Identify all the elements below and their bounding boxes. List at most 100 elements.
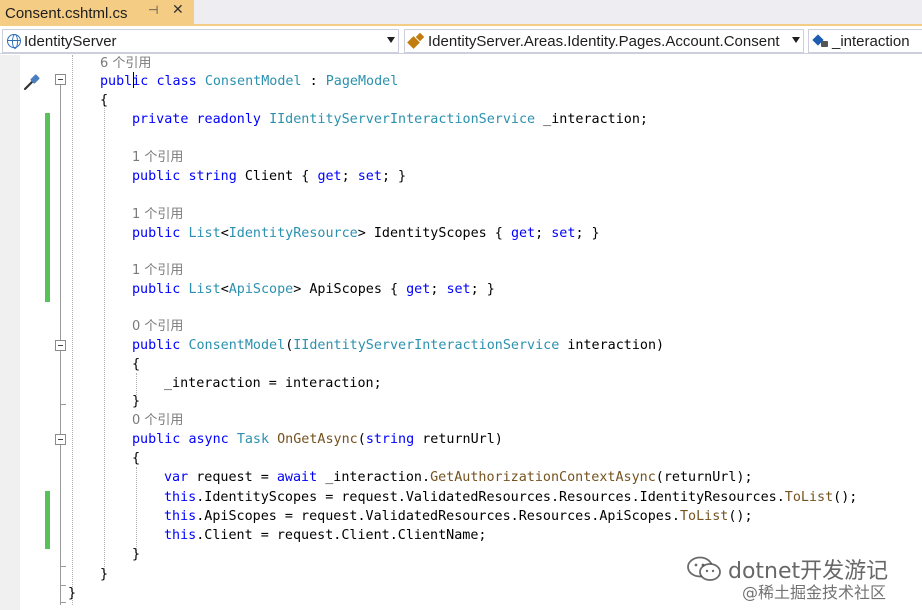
code-token: interaction — [284, 376, 374, 391]
code-token: var — [164, 470, 189, 485]
code-token: ToList — [784, 490, 834, 505]
codelens-references[interactable]: 0 个引用 — [132, 412, 183, 430]
code-token: ; — [373, 376, 382, 391]
chevron-down-icon — [792, 37, 800, 43]
code-token: private — [132, 112, 189, 127]
code-token: ConsentModel — [204, 74, 302, 89]
pin-icon[interactable]: ⊣ — [148, 3, 158, 17]
code-token: get — [406, 282, 431, 297]
codelens-references[interactable]: 1 个引用 — [132, 262, 183, 280]
collapse-icon[interactable] — [55, 434, 66, 445]
code-line: } — [68, 585, 76, 603]
private-field-icon — [813, 33, 829, 49]
code-token: ; — [535, 226, 552, 241]
code-token: IdentityResource — [228, 226, 358, 241]
tab-title: Consent.cshtml.cs — [5, 4, 128, 22]
close-icon[interactable]: ✕ — [172, 2, 184, 18]
code-token: get — [510, 226, 536, 241]
code-token: IIdentityServerInteractionService — [269, 112, 536, 127]
code-token: ; — [341, 169, 358, 184]
collapse-icon[interactable] — [55, 74, 66, 85]
code-token: public — [132, 432, 181, 447]
type-dropdown[interactable]: IdentityServer.Areas.Identity.Pages.Acco… — [404, 29, 804, 53]
code-line: public List<ApiScope> ApiScopes { get; s… — [132, 281, 495, 299]
fold-end-tick — [60, 585, 66, 586]
indent-guide — [72, 55, 73, 605]
code-line: this.IdentityScopes = request.ValidatedR… — [164, 489, 857, 507]
code-token: ApiScope — [228, 282, 294, 297]
code-token: } — [68, 586, 77, 601]
codelens-references[interactable]: 1 个引用 — [132, 149, 183, 167]
wechat-icon — [687, 556, 721, 581]
code-token: ; } — [575, 226, 600, 241]
code-token: readonly — [196, 112, 262, 127]
watermark-subtitle: @稀土掘金技术社区 — [742, 583, 887, 602]
project-dropdown[interactable]: IdentityServer — [2, 29, 399, 53]
code-token: List — [188, 282, 221, 297]
code-token: } — [132, 547, 141, 562]
tab-consent-cshtml-cs[interactable]: Consent.cshtml.cs ⊣ ✕ — [0, 0, 194, 26]
code-editor[interactable]: 6 个引用 public class ConsentModel : PageMod… — [0, 55, 922, 610]
code-token: public — [132, 169, 181, 184]
code-token: this — [164, 528, 197, 543]
member-dropdown[interactable]: _interaction — [808, 29, 922, 53]
code-token: IIdentityServerInteractionService — [293, 338, 560, 353]
code-token: this — [164, 490, 197, 505]
member-dropdown-label: _interaction — [832, 32, 910, 50]
quick-actions-brush-icon[interactable] — [22, 73, 42, 91]
code-token: await — [276, 470, 318, 485]
glyph-margin — [0, 55, 20, 610]
code-token: get — [317, 169, 342, 184]
code-token: } — [132, 394, 141, 409]
code-line: } — [132, 393, 140, 411]
code-line: public List<IdentityResource> IdentitySc… — [132, 225, 600, 243]
watermark: dotnet开发游记 @稀土掘金技术社区 — [686, 553, 922, 607]
code-token: set — [551, 226, 576, 241]
code-line: private readonly IIdentityServerInteract… — [132, 111, 648, 129]
code-token: string — [188, 169, 237, 184]
code-token: public — [100, 74, 149, 89]
code-line: { — [100, 92, 108, 110]
code-token: async — [188, 432, 229, 447]
fold-end-tick — [60, 566, 66, 567]
navigation-bar: IdentityServer IdentityServer.Areas.Iden… — [0, 28, 922, 54]
code-token: interaction) — [559, 338, 665, 353]
project-dropdown-label: IdentityServer — [24, 32, 117, 50]
code-line: public async Task OnGetAsync(string retu… — [132, 431, 503, 449]
code-line: } — [132, 546, 140, 564]
codelens-references[interactable]: 0 个引用 — [132, 318, 183, 336]
code-token: Client { — [236, 169, 318, 184]
code-token: set — [357, 169, 382, 184]
codelens-references[interactable]: 6 个引用 — [100, 55, 151, 73]
code-token: OnGetAsync — [277, 432, 358, 447]
fold-end-tick — [60, 404, 66, 405]
change-bar — [45, 491, 50, 549]
code-line: { — [132, 450, 140, 468]
code-token: < — [220, 282, 229, 297]
code-token: Task — [236, 432, 270, 447]
code-line: _interaction = interaction; — [164, 375, 382, 393]
code-token: ConsentModel — [188, 338, 286, 353]
codelens-references[interactable]: 1 个引用 — [132, 206, 183, 224]
collapse-icon[interactable] — [55, 340, 66, 351]
code-line: public class ConsentModel : PageModel — [100, 73, 398, 91]
code-token: .Client = request.Client.ClientName; — [196, 528, 487, 543]
code-token: returnUrl) — [414, 432, 503, 447]
code-token: string — [365, 432, 415, 447]
code-token: _interaction. — [317, 470, 431, 485]
globe-icon — [7, 34, 21, 49]
code-token: ToList — [679, 509, 729, 524]
code-token: _interaction = — [164, 376, 285, 391]
code-token: .ApiScopes = request.ValidatedResources.… — [196, 509, 680, 524]
code-line: public string Client { get; set; } — [132, 168, 406, 186]
type-dropdown-label: IdentityServer.Areas.Identity.Pages.Acco… — [428, 32, 780, 50]
code-token: PageModel — [325, 74, 399, 89]
fold-end-tick — [60, 602, 66, 603]
code-token: ; } — [381, 169, 407, 184]
code-token: set — [446, 282, 471, 297]
change-bar — [45, 113, 50, 302]
